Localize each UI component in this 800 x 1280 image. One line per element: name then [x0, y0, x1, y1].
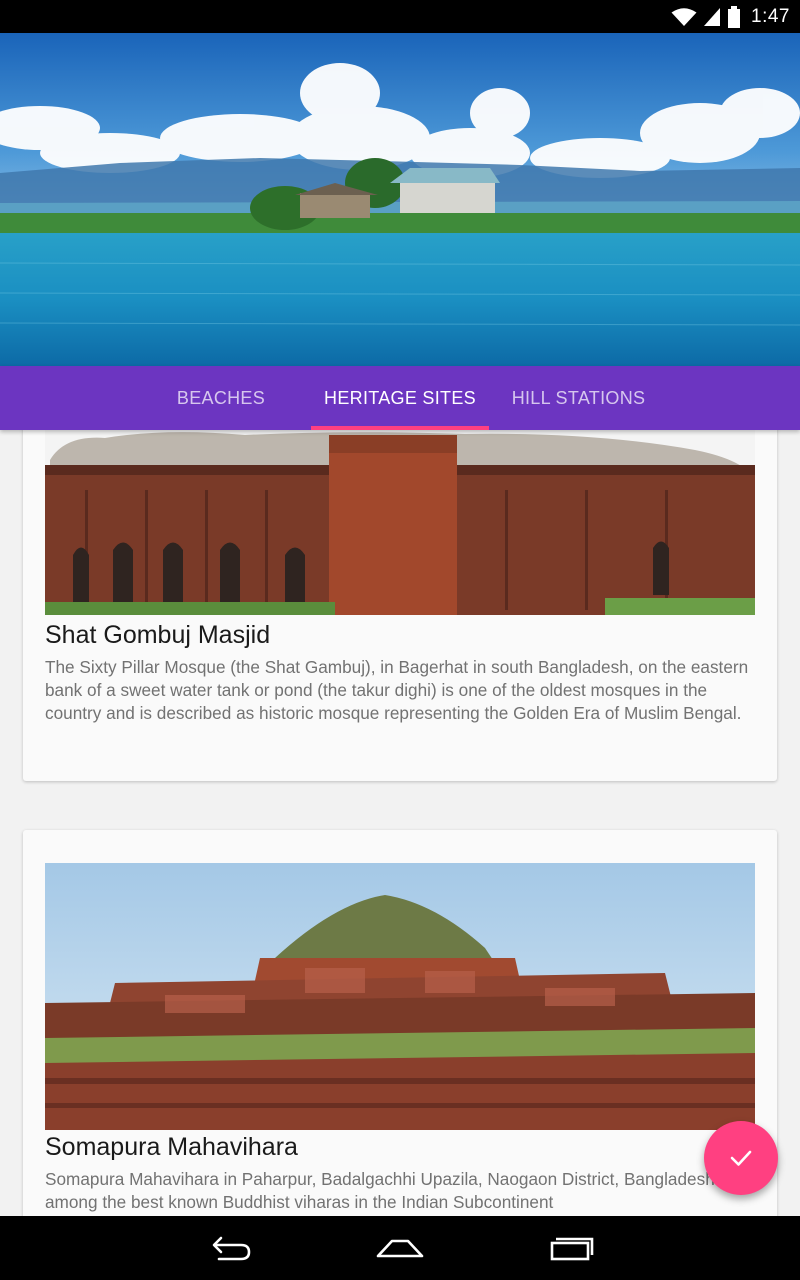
status-bar: 1:47 — [0, 0, 800, 33]
somapura-mahavihara-photo — [45, 863, 755, 1130]
tab-hill-stations[interactable]: HILL STATIONS — [500, 366, 657, 430]
confirm-fab-button[interactable] — [704, 1121, 778, 1195]
signal-icon — [704, 7, 721, 26]
header-image — [0, 33, 800, 366]
status-icons: 1:47 — [671, 4, 790, 29]
check-icon — [730, 1150, 752, 1166]
card-shat-gombuj[interactable]: Shat Gombuj Masjid The Sixty Pillar Mosq… — [23, 430, 777, 781]
navigation-bar — [0, 1216, 800, 1280]
card-title: Somapura Mahavihara — [45, 1133, 298, 1161]
card-description: Somapura Mahavihara in Paharpur, Badalga… — [45, 1169, 732, 1212]
tab-indicator — [311, 426, 489, 430]
wifi-icon — [671, 7, 697, 26]
back-icon — [212, 1236, 251, 1261]
tab-bar: BEACHES HERITAGE SITES HILL STATIONS — [0, 366, 800, 430]
tab-heritage-sites[interactable]: HERITAGE SITES — [311, 366, 489, 430]
recents-button[interactable] — [540, 1228, 600, 1268]
card-list[interactable]: Shat Gombuj Masjid The Sixty Pillar Mosq… — [0, 430, 800, 1216]
home-button[interactable] — [370, 1228, 430, 1268]
card-image — [45, 430, 755, 615]
battery-icon — [728, 5, 741, 28]
shat-gombuj-mosque-photo — [45, 430, 755, 615]
recents-icon — [550, 1237, 594, 1261]
tab-beaches[interactable]: BEACHES — [150, 366, 292, 430]
card-description: The Sixty Pillar Mosque (the Shat Gambuj… — [45, 657, 749, 723]
card-somapura[interactable]: Somapura Mahavihara Somapura Mahavihara … — [23, 830, 777, 1216]
lake-house-landscape — [0, 33, 800, 366]
home-icon — [376, 1239, 424, 1258]
card-title: Shat Gombuj Masjid — [45, 621, 271, 649]
back-button[interactable] — [200, 1228, 260, 1268]
status-time: 1:47 — [751, 5, 790, 27]
card-image — [45, 863, 755, 1130]
